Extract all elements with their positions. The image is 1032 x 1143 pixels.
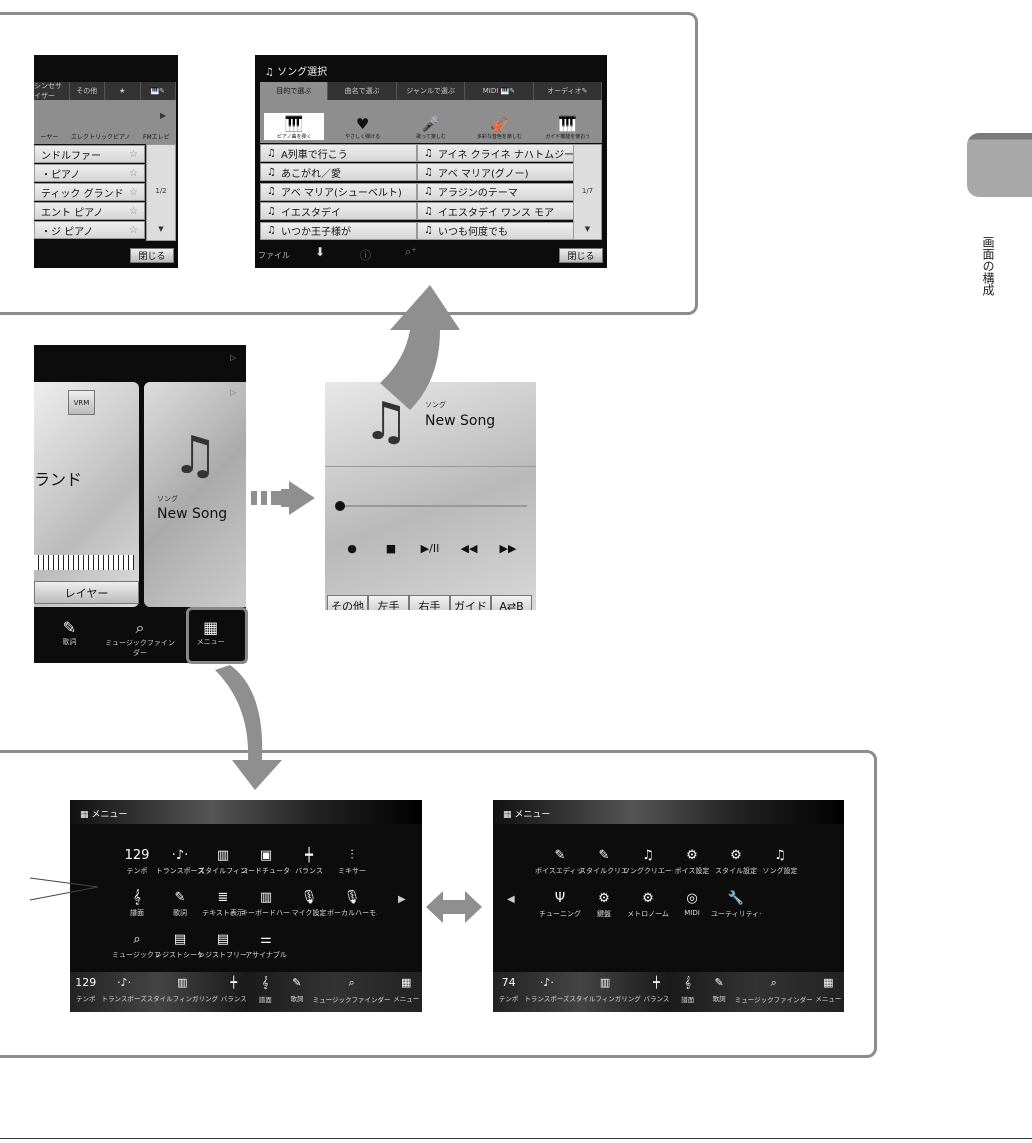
callout-pointer [29,877,99,901]
double-arrow-icon [426,891,482,923]
curved-arrow-up-icon [380,285,460,410]
dashed-arrow-right-icon [251,481,315,515]
arrows [29,285,482,923]
curved-arrow-down-icon [215,665,282,790]
